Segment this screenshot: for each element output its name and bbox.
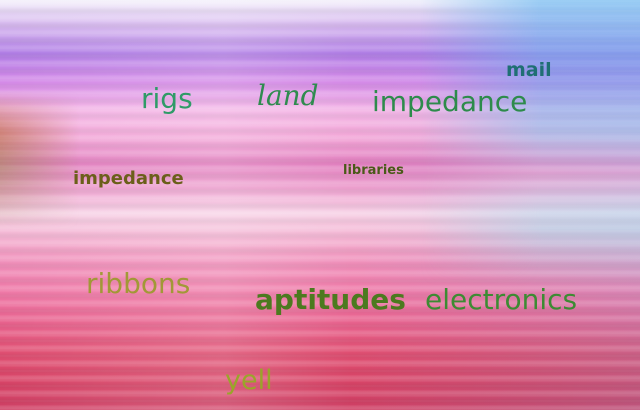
- word-aptitudes: aptitudes: [255, 283, 406, 316]
- word-impedance-top: impedance: [372, 85, 528, 118]
- word-ribbons: ribbons: [86, 267, 191, 300]
- word-mail: mail: [506, 59, 552, 81]
- word-electronics: electronics: [425, 283, 578, 316]
- word-yell: yell: [225, 365, 273, 396]
- word-libraries: libraries: [343, 163, 404, 178]
- word-land: land: [257, 79, 319, 112]
- word-impedance-left: impedance: [73, 168, 184, 189]
- word-rigs: rigs: [141, 82, 193, 115]
